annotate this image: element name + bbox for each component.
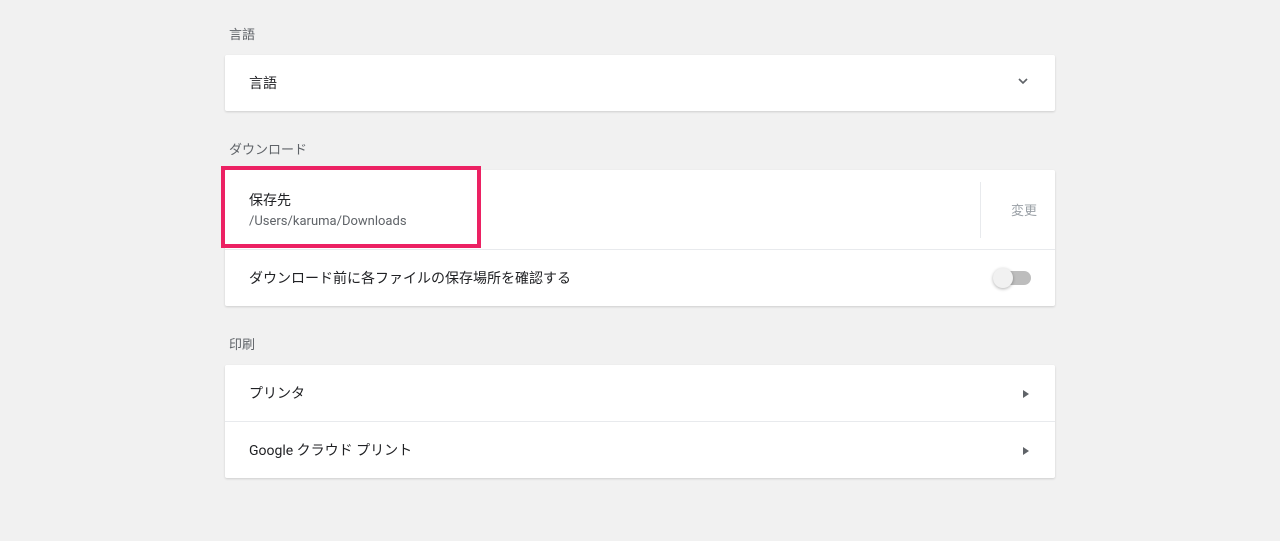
downloads-section-title: ダウンロード	[225, 111, 1055, 170]
change-location-button[interactable]: 変更	[980, 182, 1055, 238]
printing-section-title: 印刷	[225, 306, 1055, 365]
language-card: 言語	[225, 55, 1055, 111]
language-row[interactable]: 言語	[225, 55, 1055, 111]
ask-before-download-row[interactable]: ダウンロード前に各ファイルの保存場所を確認する	[225, 249, 1055, 306]
cloud-print-row[interactable]: Google クラウド プリント	[225, 421, 1055, 478]
download-location-label: 保存先	[249, 190, 407, 210]
downloads-card: 保存先 /Users/karuma/Downloads 変更 ダウンロード前に各…	[225, 170, 1055, 306]
chevron-down-icon	[1015, 73, 1031, 93]
toggle-knob	[993, 268, 1013, 288]
printers-label: プリンタ	[249, 383, 305, 403]
printing-card: プリンタ Google クラウド プリント	[225, 365, 1055, 478]
download-location-row: 保存先 /Users/karuma/Downloads 変更	[225, 170, 1055, 249]
chevron-right-icon	[1021, 441, 1031, 460]
chevron-right-icon	[1021, 384, 1031, 403]
language-section-title: 言語	[225, 0, 1055, 55]
cloud-print-label: Google クラウド プリント	[249, 440, 412, 460]
printers-row[interactable]: プリンタ	[225, 365, 1055, 421]
language-row-label: 言語	[249, 73, 277, 93]
ask-before-download-toggle[interactable]	[995, 271, 1031, 285]
ask-before-download-label: ダウンロード前に各ファイルの保存場所を確認する	[249, 268, 571, 288]
download-location-path: /Users/karuma/Downloads	[249, 214, 407, 229]
